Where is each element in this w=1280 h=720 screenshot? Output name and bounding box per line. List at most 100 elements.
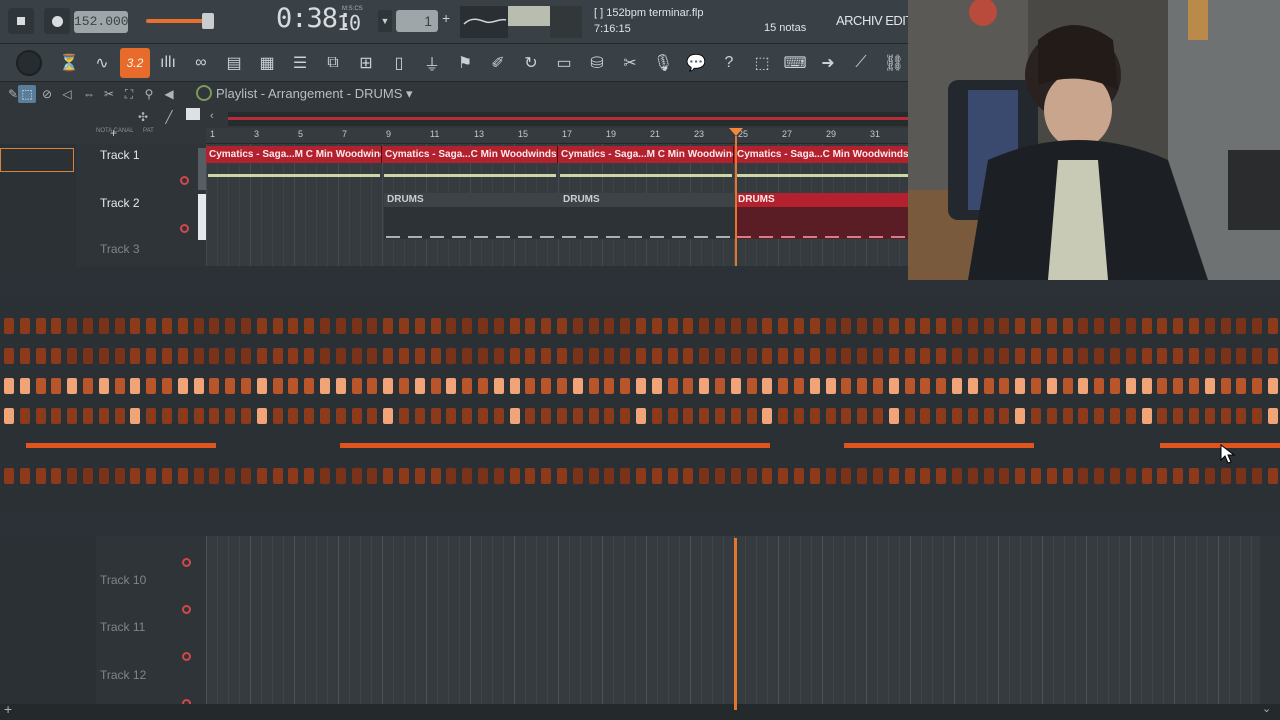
metronome-icon[interactable]: ⏳ <box>54 48 84 78</box>
step-pad[interactable] <box>604 408 615 424</box>
step-pad[interactable] <box>825 348 836 364</box>
step-pad[interactable] <box>1173 348 1184 364</box>
step-pad[interactable] <box>335 408 346 424</box>
step-pad[interactable] <box>683 408 694 424</box>
step-pad[interactable] <box>1236 468 1247 484</box>
step-pad[interactable] <box>699 378 710 394</box>
step-pad[interactable] <box>541 318 552 334</box>
step-pad[interactable] <box>762 408 773 424</box>
step-pad[interactable] <box>857 408 868 424</box>
step-pad[interactable] <box>983 408 994 424</box>
step-pad[interactable] <box>936 318 947 334</box>
record-arm-icon[interactable] <box>182 652 191 661</box>
step-pad[interactable] <box>414 378 425 394</box>
audio-clip[interactable]: Cymatics - Saga...M C Min Woodwinds <box>558 146 734 163</box>
step-pad[interactable] <box>1062 378 1073 394</box>
step-pad[interactable] <box>1236 348 1247 364</box>
step-pad[interactable] <box>98 378 109 394</box>
step-pad[interactable] <box>667 468 678 484</box>
step-pad[interactable] <box>19 378 30 394</box>
step-pad[interactable] <box>193 318 204 334</box>
keyboard-icon[interactable]: ⌨ <box>780 48 810 78</box>
step-pad[interactable] <box>493 468 504 484</box>
step-pad[interactable] <box>98 468 109 484</box>
step-pad[interactable] <box>146 318 157 334</box>
step-pad[interactable] <box>399 378 409 394</box>
brush-icon[interactable]: ⟋ <box>846 48 876 78</box>
step-pad[interactable] <box>967 468 978 484</box>
step-pad[interactable] <box>841 348 852 364</box>
step-pad[interactable] <box>525 378 536 394</box>
step-pad[interactable] <box>256 348 267 364</box>
step-pad[interactable] <box>367 408 378 424</box>
step-pad[interactable] <box>904 408 915 424</box>
plugin-icon[interactable]: ⏚ <box>417 48 447 78</box>
step-pad[interactable] <box>225 318 236 334</box>
piano-icon[interactable] <box>186 108 200 120</box>
step-pad[interactable] <box>509 318 520 334</box>
slip-icon[interactable]: ⇔ <box>80 85 98 103</box>
step-pad[interactable] <box>399 318 409 334</box>
step-pad[interactable] <box>288 378 299 394</box>
step-pad[interactable] <box>557 408 567 424</box>
step-pad[interactable] <box>1189 468 1199 484</box>
step-pad[interactable] <box>762 468 773 484</box>
step-pad[interactable] <box>1268 318 1278 334</box>
step-pad[interactable] <box>825 408 836 424</box>
master-volume-handle[interactable] <box>202 13 214 29</box>
step-pad[interactable] <box>525 348 536 364</box>
step-pad[interactable] <box>51 408 62 424</box>
step-pad[interactable] <box>1189 348 1199 364</box>
step-pad[interactable] <box>462 318 473 334</box>
step-pad[interactable] <box>1173 318 1184 334</box>
record-button[interactable] <box>44 8 70 34</box>
step-pad[interactable] <box>651 408 662 424</box>
step-pad[interactable] <box>873 378 883 394</box>
step-pad[interactable] <box>651 348 662 364</box>
automation-line[interactable] <box>26 443 216 448</box>
step-pad[interactable] <box>335 378 346 394</box>
step-pad[interactable] <box>209 468 220 484</box>
step-pad[interactable] <box>1015 468 1026 484</box>
step-pad[interactable] <box>1204 408 1215 424</box>
select-region-icon[interactable]: ⛶ <box>120 85 138 103</box>
step-pad[interactable] <box>967 378 978 394</box>
step-pad[interactable] <box>541 468 552 484</box>
step-pad[interactable] <box>636 348 646 364</box>
step-pad[interactable] <box>904 348 915 364</box>
step-pad[interactable] <box>1204 348 1215 364</box>
step-pad[interactable] <box>1157 348 1168 364</box>
step-pad[interactable] <box>1204 378 1215 394</box>
step-pad[interactable] <box>920 318 931 334</box>
step-pad[interactable] <box>320 378 330 394</box>
step-pad[interactable] <box>509 348 520 364</box>
step-pad[interactable] <box>146 348 157 364</box>
step-pad[interactable] <box>1062 348 1073 364</box>
step-pad[interactable] <box>383 378 394 394</box>
playback-icon[interactable]: ◀ <box>160 85 178 103</box>
step-pad[interactable] <box>730 378 741 394</box>
step-pad[interactable] <box>19 318 30 334</box>
step-pad[interactable] <box>383 348 394 364</box>
step-pad[interactable] <box>4 408 14 424</box>
step-pad[interactable] <box>478 348 488 364</box>
step-pad[interactable] <box>841 408 852 424</box>
step-pad[interactable] <box>857 318 868 334</box>
step-pad[interactable] <box>746 468 757 484</box>
step-pad[interactable] <box>904 468 915 484</box>
step-pad[interactable] <box>983 468 994 484</box>
step-pad[interactable] <box>51 318 62 334</box>
step-pad[interactable] <box>446 468 457 484</box>
add-pattern-button[interactable]: + <box>442 10 450 26</box>
step-pad[interactable] <box>493 378 504 394</box>
step-pad[interactable] <box>177 408 188 424</box>
wave-icon[interactable]: ∿ <box>87 48 117 78</box>
step-pad[interactable] <box>19 468 30 484</box>
step-pad[interactable] <box>162 468 172 484</box>
step-pad[interactable] <box>320 468 330 484</box>
step-pad[interactable] <box>1110 378 1120 394</box>
step-pad[interactable] <box>399 408 409 424</box>
step-pad[interactable] <box>1220 408 1231 424</box>
step-pad[interactable] <box>1268 468 1278 484</box>
step-pad[interactable] <box>193 468 204 484</box>
